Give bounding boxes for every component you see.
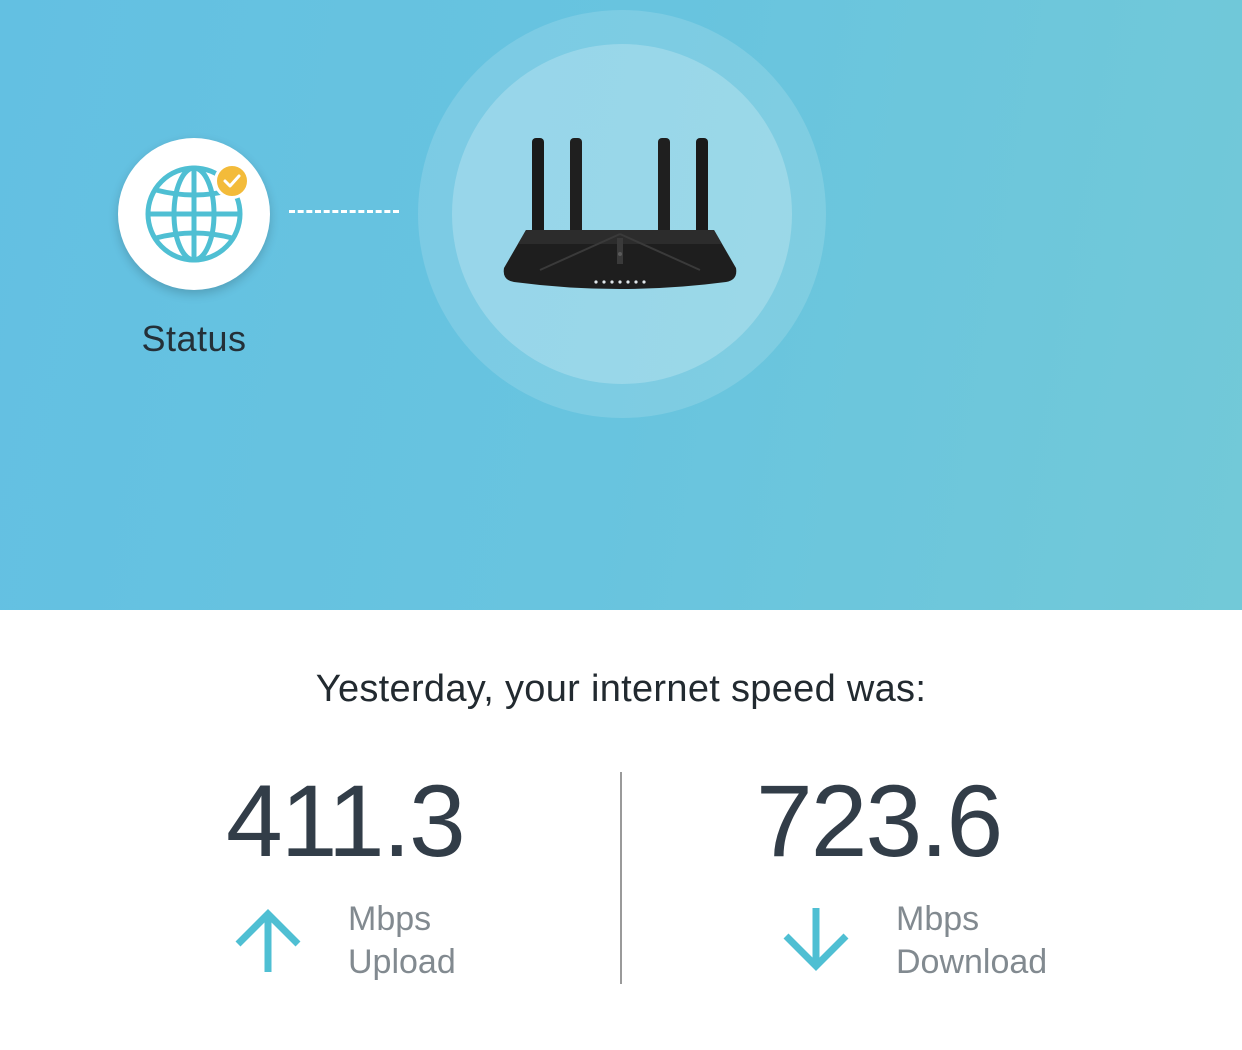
speed-divider <box>620 772 622 984</box>
status-label: Status <box>141 318 247 359</box>
download-unit: Mbps <box>896 900 980 938</box>
upload-speed-value: 411.3 <box>226 764 466 878</box>
upload-unit-block: Mbps Upload <box>348 898 456 984</box>
internet-status-button[interactable] <box>118 138 270 290</box>
connection-line <box>289 210 399 213</box>
download-unit-block: Mbps Download <box>896 898 1047 984</box>
upload-unit: Mbps <box>348 900 432 938</box>
status-ok-badge <box>214 163 250 199</box>
speed-summary-heading: Yesterday, your internet speed was: <box>315 668 927 710</box>
arrow-down-icon <box>783 908 849 971</box>
router-icon[interactable] <box>500 130 740 300</box>
download-speed-value: 723.6 <box>756 764 1003 878</box>
check-icon <box>223 174 241 188</box>
upload-label: Upload <box>348 943 456 981</box>
arrow-up-icon <box>235 909 301 972</box>
download-label: Download <box>896 943 1048 981</box>
network-map-panel: Status <box>0 0 1242 610</box>
